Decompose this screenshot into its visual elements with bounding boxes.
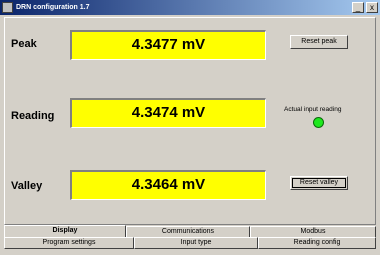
input-led-indicator	[313, 117, 324, 128]
reading-readout: 4.3474 mV	[70, 98, 266, 128]
window-title: DRN configuration 1.7	[16, 4, 90, 11]
valley-readout: 4.3464 mV	[70, 170, 266, 200]
valley-label: Valley	[11, 180, 43, 192]
peak-label: Peak	[11, 38, 37, 50]
peak-readout: 4.3477 mV	[70, 30, 266, 60]
reading-label: Reading	[11, 110, 55, 122]
reset-peak-button[interactable]: Reset peak	[290, 35, 348, 49]
tab-program-settings[interactable]: Program settings	[4, 237, 134, 249]
close-button[interactable]: x	[366, 2, 378, 13]
actual-input-label: Actual input reading	[284, 106, 342, 113]
reset-valley-button[interactable]: Reset valley	[290, 176, 348, 190]
app-icon	[2, 2, 13, 13]
tab-reading-config[interactable]: Reading config	[258, 237, 376, 249]
minimize-button[interactable]: _	[352, 2, 364, 13]
tab-display[interactable]: Display	[4, 225, 126, 237]
tab-strip: Display Communications Modbus Program se…	[4, 225, 376, 249]
tab-communications[interactable]: Communications	[126, 226, 250, 237]
tab-modbus[interactable]: Modbus	[250, 226, 376, 237]
tab-input-type[interactable]: Input type	[134, 237, 258, 249]
title-bar: DRN configuration 1.7 _ x	[0, 0, 380, 15]
